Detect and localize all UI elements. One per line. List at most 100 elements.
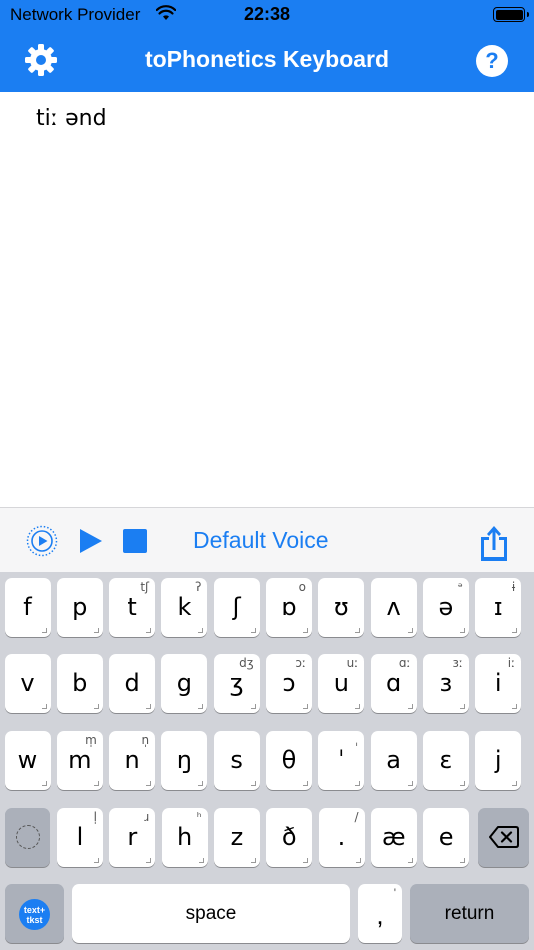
phonetic-keyboard: text+ tkst space ' , return f p tʃ t ʔ k ʃ o ɒ ʊ ʌ… [0,572,534,950]
key-corner-mark [303,781,308,786]
key-label: e [438,823,454,851]
key-2-3[interactable]: ŋ [161,731,208,790]
key-corner-mark [303,858,309,863]
key-label: z [230,823,244,851]
page-title: toPhonetics Keyboard [144,46,390,72]
key-label: u [333,669,349,697]
tophonetics-logo-icon: text+ tkst [19,899,50,930]
key-corner-mark [250,858,256,863]
key-1-7[interactable]: ɑː ɑ [370,654,417,713]
key-2-7[interactable]: a [370,731,417,790]
key-label: ˈ [337,746,345,774]
key-label: θ [281,746,297,774]
key-corner-mark [459,704,465,709]
key-label: n [124,746,140,774]
next-keyboard-key[interactable] [5,808,50,867]
key-corner-mark [94,858,99,863]
speech-toolbar: Default Voice [0,507,534,572]
space-key[interactable]: space [72,884,350,943]
voice-selector[interactable]: Default Voice [193,527,329,554]
share-icon[interactable] [478,523,510,563]
help-icon[interactable]: ? [476,45,508,77]
key-3-7[interactable]: e [423,808,470,867]
key-2-5[interactable]: θ [266,731,312,790]
key-1-6[interactable]: uː u [318,654,365,713]
key-1-4[interactable]: dʒ ʒ [213,654,260,713]
key-0-7[interactable]: ʌ [370,578,417,637]
stop-icon[interactable] [123,529,147,553]
key-corner-mark [512,628,518,633]
key-corner-mark [512,781,518,786]
key-0-1[interactable]: p [56,578,103,637]
battery-icon [493,7,529,22]
key-label: h [176,823,193,851]
key-label: r [127,823,138,851]
key-2-6[interactable]: ˌˈ [318,731,365,790]
key-1-5[interactable]: ɔː ɔ [266,654,312,713]
key-corner-mark [512,704,518,709]
key-2-4[interactable]: s [213,731,260,790]
key-3-4[interactable]: ð [266,808,313,867]
key-alt-label: tʃ [140,580,150,594]
key-3-2[interactable]: ʰh [161,808,208,867]
key-label: ɑ [385,669,402,697]
key-3-5[interactable]: /. [318,808,365,867]
key-0-4[interactable]: ʃ [213,578,260,637]
key-3-0[interactable]: l̩ l [57,808,103,867]
key-corner-mark [198,704,204,709]
key-1-0[interactable]: v [4,654,51,713]
key-0-3[interactable]: ʔk [161,578,208,637]
play-icon[interactable] [80,529,102,553]
key-label: ʊ [333,593,349,621]
key-0-5[interactable]: oɒ [266,578,312,637]
key-label: ʌ [386,593,401,621]
key-3-1[interactable]: ɹr [109,808,156,867]
key-corner-mark [146,704,152,709]
brand-key[interactable]: text+ tkst [5,884,64,943]
key-corner-mark [355,781,361,786]
key-2-2[interactable]: n̩ n [109,731,156,790]
key-label: j [494,746,502,774]
key-0-6[interactable]: ʊ [318,578,365,637]
voice-play-circle-icon[interactable] [26,525,58,557]
key-corner-mark [198,628,204,633]
key-1-8[interactable]: ɜː ɜ [422,654,469,713]
key-0-0[interactable]: f [4,578,51,637]
key-corner-mark [355,704,361,709]
text-editor[interactable]: tiː ənd [0,92,534,507]
key-0-9[interactable]: ɨɪ [475,578,522,637]
key-alt-label: ɑː [398,656,411,670]
key-1-9[interactable]: iː i [475,654,522,713]
key-2-8[interactable]: ɛ [422,731,469,790]
key-alt-label: ᵊ [457,580,463,594]
comma-key[interactable]: ' , [358,884,402,943]
key-label: ɔ [282,669,296,697]
key-3-6[interactable]: æ [370,808,417,867]
key-0-2[interactable]: tʃ t [109,578,156,637]
key-alt-label: m̩ [85,733,97,747]
key-label: ɒ [281,593,297,621]
key-label: m [68,746,92,774]
key-label: ɪ [493,593,503,621]
key-2-0[interactable]: w [4,731,51,790]
key-2-1[interactable]: m̩ m [56,731,103,790]
key-3-3[interactable]: z [213,808,260,867]
key-label: ɛ [439,746,453,774]
return-key[interactable]: return [410,884,529,943]
key-1-2[interactable]: d [109,654,156,713]
key-2-9[interactable]: j [475,731,522,790]
key-1-1[interactable]: b [56,654,103,713]
key-corner-mark [146,858,152,863]
key-corner-mark [303,704,308,709]
key-label: ŋ [176,746,192,774]
key-label: d [124,669,140,697]
key-alt-label: l̩ [93,810,97,824]
key-corner-mark [146,781,152,786]
key-0-8[interactable]: ᵊə [422,578,469,637]
backspace-key[interactable] [478,808,529,867]
key-1-3[interactable]: g [161,654,208,713]
key-label: k [177,593,192,621]
key-label: ɜ [439,669,453,697]
key-label: w [17,746,38,774]
key-corner-mark [355,858,361,863]
